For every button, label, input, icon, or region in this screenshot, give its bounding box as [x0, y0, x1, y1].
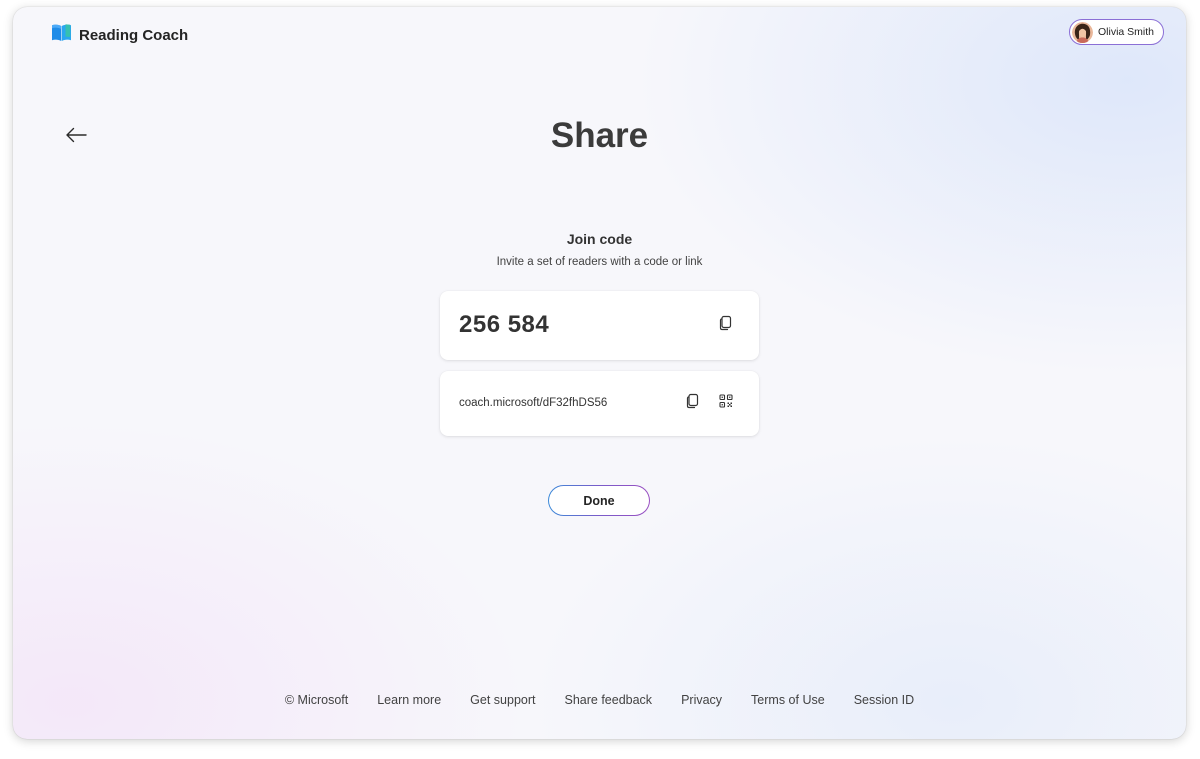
- page-title: Share: [550, 116, 649, 155]
- footer-copyright: © Microsoft: [284, 693, 349, 707]
- footer-link-terms-of-use[interactable]: Terms of Use: [751, 693, 825, 707]
- qr-code-icon: [719, 393, 733, 413]
- join-link-value: coach.microsoft/dF32fhDS56: [459, 397, 608, 409]
- footer-link-share-feedback[interactable]: Share feedback: [565, 693, 653, 707]
- done-button[interactable]: Done: [548, 485, 650, 516]
- app-brand: Reading Coach: [51, 23, 188, 47]
- join-code-value: 256 584: [459, 311, 550, 338]
- copy-code-button[interactable]: [715, 314, 737, 336]
- footer-link-learn-more[interactable]: Learn more: [377, 693, 441, 707]
- book-icon: [51, 23, 72, 47]
- join-code-title: Join code: [566, 231, 633, 247]
- app-title: Reading Coach: [79, 26, 189, 44]
- avatar: [1071, 21, 1093, 43]
- footer: © Microsoft Learn more Get support Share…: [13, 693, 1186, 707]
- copy-icon: [719, 315, 733, 336]
- footer-link-get-support[interactable]: Get support: [470, 693, 535, 707]
- app-window: Reading Coach Olivia Smith Share Join co…: [13, 7, 1186, 739]
- user-profile-button[interactable]: Olivia Smith: [1068, 19, 1164, 45]
- qr-code-button[interactable]: [715, 392, 737, 414]
- footer-link-privacy[interactable]: Privacy: [681, 693, 722, 707]
- footer-link-session-id[interactable]: Session ID: [854, 693, 914, 707]
- copy-icon: [686, 393, 700, 414]
- join-link-card: coach.microsoft/dF32fhDS56: [440, 371, 759, 436]
- join-code-subtitle: Invite a set of readers with a code or l…: [496, 256, 703, 268]
- join-code-card: 256 584: [440, 291, 759, 360]
- user-name: Olivia Smith: [1097, 26, 1154, 38]
- copy-link-button[interactable]: [682, 392, 704, 414]
